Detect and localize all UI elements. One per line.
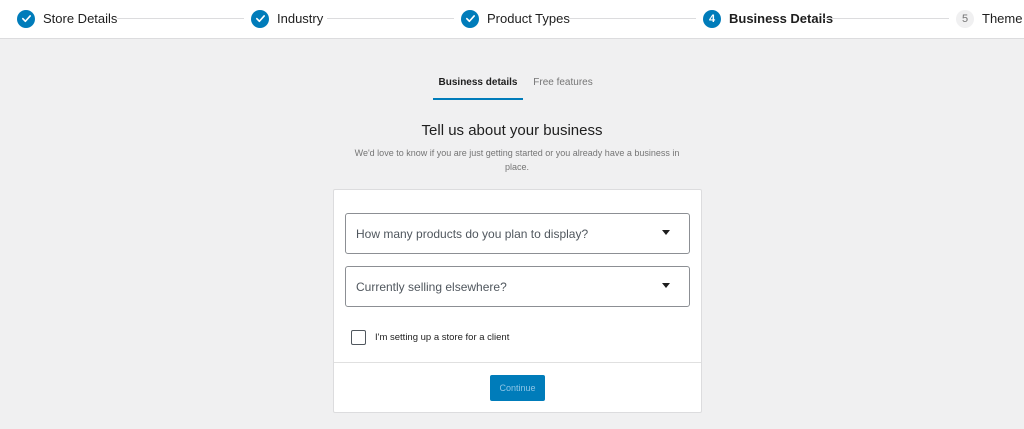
step-store-details[interactable]: Store Details: [17, 0, 117, 37]
step-label: Theme: [982, 11, 1023, 26]
step-industry[interactable]: Industry: [251, 0, 323, 37]
products-count-select[interactable]: How many products do you plan to display…: [345, 213, 690, 254]
client-store-checkbox[interactable]: [351, 330, 366, 345]
step-label: Business Details: [729, 11, 834, 26]
tab-free-features[interactable]: Free features: [527, 70, 599, 100]
selling-elsewhere-select[interactable]: Currently selling elsewhere?: [345, 266, 690, 307]
step-label: Store Details: [43, 11, 118, 26]
client-store-option[interactable]: I'm setting up a store for a client: [351, 330, 509, 345]
select-placeholder: How many products do you plan to display…: [356, 226, 589, 241]
step-number-badge: 4: [703, 9, 721, 28]
step-connector: [117, 18, 244, 19]
tab-business-details[interactable]: Business details: [433, 70, 523, 100]
page-subtitle: We'd love to know if you are just gettin…: [354, 148, 680, 172]
caret-down-icon: [662, 230, 670, 235]
step-label: Industry: [277, 11, 324, 26]
checkmark-icon: [251, 9, 269, 28]
step-number-badge: 5: [956, 9, 974, 28]
client-store-label[interactable]: I'm setting up a store for a client: [375, 332, 509, 343]
step-connector: [569, 18, 696, 19]
step-connector: [822, 18, 949, 19]
card-divider: [334, 362, 701, 363]
setup-stepper: Store Details Industry Product Types 4 B…: [0, 0, 1024, 39]
checkmark-icon: [17, 9, 35, 28]
checkmark-icon: [461, 9, 479, 28]
step-business-details[interactable]: 4 Business Details: [703, 0, 833, 37]
caret-down-icon: [662, 283, 670, 288]
continue-button[interactable]: Continue: [490, 375, 545, 401]
select-placeholder: Currently selling elsewhere?: [356, 279, 507, 294]
step-theme[interactable]: 5 Theme: [956, 0, 1022, 37]
step-label: Product Types: [487, 11, 570, 26]
tab-bar: Business details Free features: [0, 70, 1024, 100]
page-title: Tell us about your business: [421, 122, 603, 139]
step-product-types[interactable]: Product Types: [461, 0, 570, 37]
business-details-card: How many products do you plan to display…: [333, 189, 702, 413]
step-connector: [327, 18, 454, 19]
